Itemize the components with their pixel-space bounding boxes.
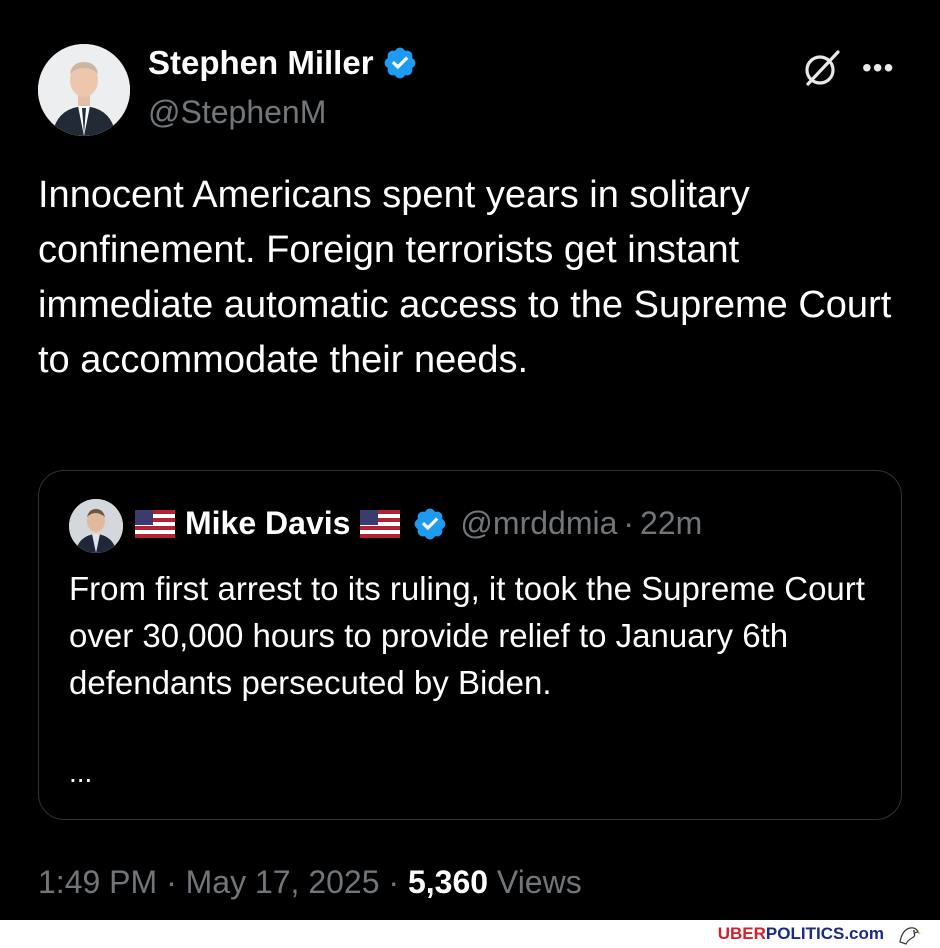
grok-icon[interactable] xyxy=(800,46,844,90)
author-handle[interactable]: @StephenM xyxy=(148,94,326,131)
tweet-time[interactable]: 1:49 PM xyxy=(38,864,157,900)
author-avatar[interactable] xyxy=(38,44,130,136)
eagle-logo-icon xyxy=(899,927,921,945)
quoted-truncation: ... xyxy=(69,757,93,788)
verified-badge-icon xyxy=(384,47,415,79)
meta-separator: · xyxy=(166,864,177,900)
views-count[interactable]: 5,360 xyxy=(408,864,488,900)
quoted-timestamp[interactable]: 22m xyxy=(640,505,702,542)
tweet-text: Innocent Americans spent years in solita… xyxy=(38,174,892,381)
views-label: Views xyxy=(496,864,582,900)
quoted-author-name[interactable]: Mike Davis xyxy=(185,505,350,542)
quoted-separator: · xyxy=(623,505,635,541)
tweet-meta: 1:49 PM · May 17, 2025 · 5,360 Views xyxy=(38,864,582,901)
quoted-header: Mike Davis @mrddmia · 22m xyxy=(135,505,702,542)
quoted-author-avatar[interactable] xyxy=(69,499,123,553)
quoted-author-handle[interactable]: @mrddmia xyxy=(460,505,617,542)
us-flag-icon xyxy=(135,509,175,538)
watermark: UBERPOLITICS.com xyxy=(718,924,884,944)
watermark-suffix: POLITICS.com xyxy=(765,924,884,943)
quoted-tweet-text: From first arrest to its ruling, it took… xyxy=(69,570,865,701)
verified-badge-icon xyxy=(415,508,446,539)
more-icon[interactable]: ••• xyxy=(862,52,894,84)
meta-separator: · xyxy=(388,864,400,900)
quoted-tweet-card[interactable]: Mike Davis @mrddmia · 22m From first arr… xyxy=(38,470,902,820)
author-name[interactable]: Stephen Miller xyxy=(148,44,374,82)
author-name-row: Stephen Miller xyxy=(148,44,418,82)
us-flag-icon xyxy=(360,509,401,538)
watermark-prefix: UBER xyxy=(717,924,766,943)
tweet-date[interactable]: May 17, 2025 xyxy=(186,864,380,900)
